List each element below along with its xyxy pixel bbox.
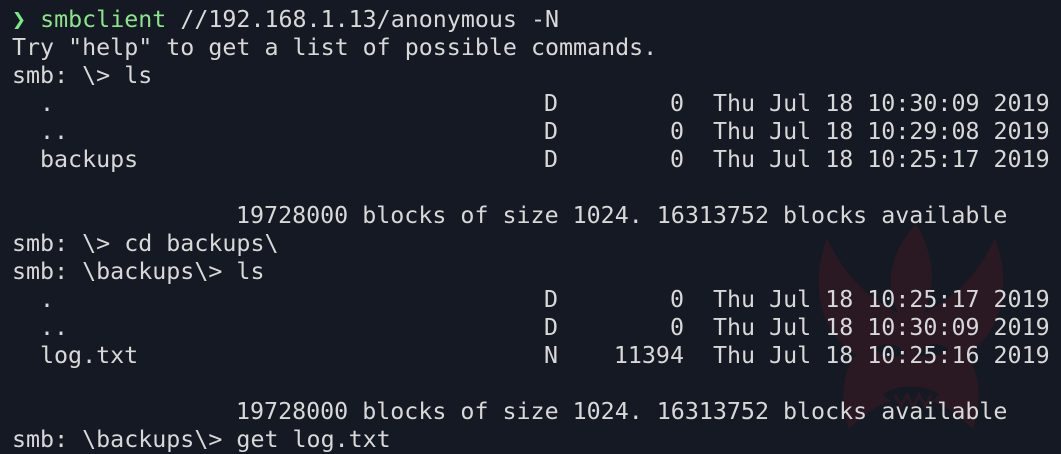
listing-row: . D 0 Thu Jul 18 10:25:17 2019	[12, 286, 1061, 314]
entry-size: 0	[669, 286, 684, 313]
disk-stats: 19728000 blocks of size 1024. 16313752 b…	[236, 202, 1008, 229]
entry-date: Thu Jul 18 10:25:17 2019	[713, 286, 1050, 313]
entry-date: Thu Jul 18 10:25:17 2019	[713, 146, 1050, 173]
entry-type: D	[544, 146, 559, 173]
prompt-arrow-icon: ❯	[12, 6, 27, 33]
entry-size: 0	[669, 146, 684, 173]
disk-stats: 19728000 blocks of size 1024. 16313752 b…	[236, 398, 1008, 425]
help-text: Try "help" to get a list of possible com…	[12, 34, 658, 61]
entry-size: 0	[669, 90, 684, 117]
entry-type: D	[544, 118, 559, 145]
entry-name: ..	[40, 118, 69, 145]
entry-date: Thu Jul 18 10:25:16 2019	[713, 342, 1050, 369]
entry-type: D	[544, 314, 559, 341]
command-line: ❯ smbclient //192.168.1.13/anonymous -N	[12, 6, 1061, 34]
smb-prompt-cd-backups: smb: \> cd backups\	[12, 230, 279, 257]
entry-size: 11394	[613, 342, 684, 369]
smb-prompt-ls-root: smb: \> ls	[12, 62, 153, 89]
listing-row: .. D 0 Thu Jul 18 10:29:08 2019	[12, 118, 1061, 146]
listing-row: . D 0 Thu Jul 18 10:30:09 2019	[12, 90, 1061, 118]
listing-row: log.txt N 11394 Thu Jul 18 10:25:16 2019	[12, 342, 1061, 370]
entry-name: ..	[40, 314, 69, 341]
terminal-window[interactable]: ❯ smbclient //192.168.1.13/anonymous -N …	[0, 0, 1061, 454]
entry-size: 0	[669, 118, 684, 145]
entry-size: 0	[669, 314, 684, 341]
entry-name: .	[40, 90, 55, 117]
command-arguments: //192.168.1.13/anonymous -N	[166, 6, 560, 33]
smb-prompt-get-log: smb: \backups\> get log.txt	[12, 426, 391, 453]
entry-type: D	[544, 90, 559, 117]
entry-date: Thu Jul 18 10:30:09 2019	[713, 90, 1050, 117]
entry-name: backups	[40, 146, 139, 173]
smb-prompt-ls-backups: smb: \backups\> ls	[12, 258, 265, 285]
listing-row: .. D 0 Thu Jul 18 10:30:09 2019	[12, 314, 1061, 342]
command-program: smbclient	[40, 6, 167, 33]
entry-name: log.txt	[40, 342, 139, 369]
listing-row: backups D 0 Thu Jul 18 10:25:17 2019	[12, 146, 1061, 174]
entry-date: Thu Jul 18 10:30:09 2019	[713, 314, 1050, 341]
entry-date: Thu Jul 18 10:29:08 2019	[713, 118, 1050, 145]
entry-type: N	[544, 342, 559, 369]
entry-name: .	[40, 286, 55, 313]
entry-type: D	[544, 286, 559, 313]
